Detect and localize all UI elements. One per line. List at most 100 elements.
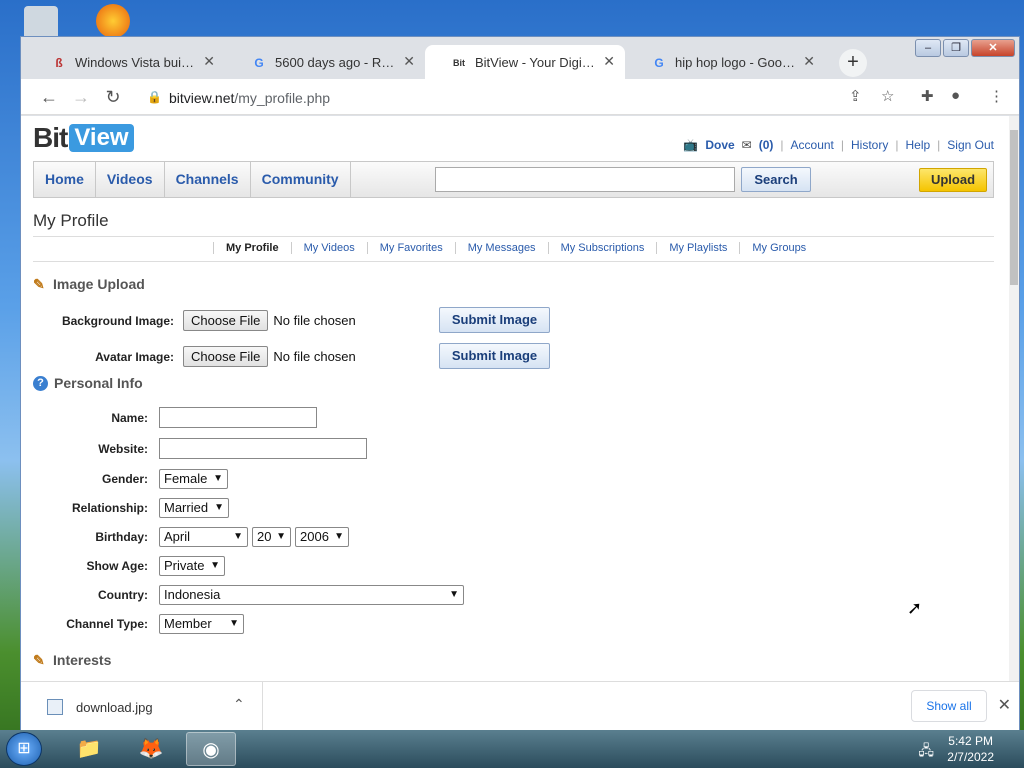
subnav-my-playlists[interactable]: My Playlists	[656, 242, 739, 254]
website-input[interactable]	[159, 438, 367, 459]
chevron-down-icon: ▼	[334, 531, 344, 542]
birthday-row: Birthday: April ▼ 20 ▼ 2006 ▼	[33, 527, 349, 547]
background-choose-file-button[interactable]: Choose File	[183, 310, 269, 331]
birth-day-select[interactable]: 20 ▼	[252, 527, 291, 547]
name-row: Name:	[33, 407, 317, 428]
close-tab-icon[interactable]: ✕	[603, 53, 615, 70]
nav-channels[interactable]: Channels	[165, 162, 251, 197]
name-input[interactable]	[159, 407, 317, 428]
profile-icon[interactable]: ●	[951, 87, 960, 104]
url-domain: bitview.net	[169, 90, 235, 106]
avatar-image-row: Avatar Image: Choose File No file chosen	[33, 346, 356, 367]
share-icon[interactable]: ⇪	[849, 87, 862, 105]
lock-icon[interactable]: 🔒	[147, 90, 162, 104]
chrome-taskbar-icon[interactable]: ◉	[186, 732, 236, 766]
nav-home[interactable]: Home	[34, 162, 96, 197]
nav-community[interactable]: Community	[251, 162, 351, 197]
subnav-my-subscriptions[interactable]: My Subscriptions	[547, 242, 657, 254]
forward-arrow-icon[interactable]: →	[69, 85, 93, 109]
explorer-taskbar-icon[interactable]: 📁	[64, 732, 114, 766]
nav-videos[interactable]: Videos	[96, 162, 165, 197]
avatar-submit-button[interactable]: Submit Image	[439, 343, 550, 369]
subnav-my-groups[interactable]: My Groups	[739, 242, 818, 254]
gender-label: Gender:	[101, 472, 148, 486]
bitview-logo[interactable]: Bit View	[33, 122, 134, 154]
username-link[interactable]: Dove	[705, 138, 734, 152]
close-downloads-icon[interactable]: ✕	[998, 695, 1011, 715]
tab-recherche[interactable]: G 5600 days ago - Recherch ✕	[225, 45, 425, 79]
user-links: 📺 Dove ✉ (0) | Account | History | Help …	[683, 138, 994, 152]
birth-year-select[interactable]: 2006 ▼	[295, 527, 349, 547]
birth-month-select[interactable]: April ▼	[159, 527, 248, 547]
firefox-taskbar-icon[interactable]: 🦊	[126, 732, 176, 766]
extensions-icon[interactable]: ✚	[921, 87, 934, 105]
upload-button[interactable]: Upload	[919, 168, 987, 192]
url-path: /my_profile.php	[234, 90, 331, 106]
channel-type-label: Channel Type:	[66, 617, 148, 631]
relationship-select[interactable]: Married ▼	[159, 498, 229, 518]
sign-out-link[interactable]: Sign Out	[947, 138, 994, 152]
bitview-favicon-icon: Bit	[453, 58, 465, 68]
subnav-my-messages[interactable]: My Messages	[454, 242, 548, 254]
browser-toolbar: ← → ↻ 🔒 bitview.net/my_profile.php ⇪ ☆ ✚…	[21, 79, 1019, 115]
account-link[interactable]: Account	[791, 138, 834, 152]
profile-subnav: My Profile My Videos My Favorites My Mes…	[33, 236, 994, 262]
show-all-button[interactable]: Show all	[911, 690, 987, 722]
background-image-label: Background Image:	[61, 313, 174, 328]
download-filename: download.jpg	[76, 700, 153, 715]
close-window-icon[interactable]: ✕	[971, 39, 1015, 57]
window-controls: ‒ ❐ ✕	[915, 39, 1015, 57]
network-icon[interactable]: 🖧	[918, 740, 934, 764]
chevron-up-icon[interactable]: ⌃	[233, 696, 245, 713]
close-tab-icon[interactable]: ✕	[403, 53, 415, 70]
channel-type-select[interactable]: Member ▼	[159, 614, 244, 634]
tab-bitview[interactable]: Bit BitView - Your Digital Vid ✕	[425, 45, 625, 79]
relationship-label: Relationship:	[71, 501, 148, 515]
chevron-down-icon: ▼	[229, 618, 239, 629]
close-tab-icon[interactable]: ✕	[803, 53, 815, 70]
search-button[interactable]: Search	[741, 167, 811, 192]
clock-time: 5:42 PM	[948, 734, 993, 748]
recycle-bin-icon[interactable]	[24, 6, 58, 40]
section-title: Interests	[53, 652, 112, 668]
gender-select[interactable]: Female ▼	[159, 469, 228, 489]
subnav-my-videos[interactable]: My Videos	[290, 242, 367, 254]
scrollbar-thumb[interactable]	[1010, 130, 1018, 285]
close-tab-icon[interactable]: ✕	[203, 53, 215, 70]
star-icon[interactable]: ☆	[881, 87, 894, 105]
back-arrow-icon[interactable]: ←	[37, 85, 61, 109]
chevron-down-icon: ▼	[210, 560, 220, 571]
background-submit-button[interactable]: Submit Image	[439, 307, 550, 333]
address-bar[interactable]: bitview.net/my_profile.php	[169, 90, 330, 106]
subnav-my-profile[interactable]: My Profile	[213, 242, 291, 254]
firefox-desktop-icon[interactable]	[96, 4, 130, 38]
image-upload-heading: ✎ Image Upload	[33, 276, 145, 292]
help-link[interactable]: Help	[905, 138, 930, 152]
start-button[interactable]: ⊞	[6, 732, 42, 766]
browser-window: ß Windows Vista build 511... ✕ G 5600 da…	[20, 36, 1020, 732]
menu-kebab-icon[interactable]: ⋮	[989, 87, 1004, 105]
download-item[interactable]: download.jpg ⌃	[21, 682, 263, 732]
tab-hip-hop-logo[interactable]: G hip hop logo - Google Se ✕	[625, 45, 825, 79]
section-title: Personal Info	[54, 375, 143, 391]
tab-windows-vista[interactable]: ß Windows Vista build 511... ✕	[25, 45, 225, 79]
search-input[interactable]	[435, 167, 735, 192]
maximize-icon[interactable]: ❐	[943, 39, 969, 57]
gender-row: Gender: Female ▼	[33, 469, 228, 489]
relationship-value: Married	[164, 500, 209, 515]
google-favicon-icon: G	[654, 56, 664, 70]
website-row: Website:	[33, 438, 367, 459]
clock[interactable]: 5:42 PM 2/7/2022	[947, 733, 994, 765]
minimize-icon[interactable]: ‒	[915, 39, 941, 57]
show-age-select[interactable]: Private ▼	[159, 556, 225, 576]
page-scrollbar[interactable]	[1009, 116, 1019, 681]
avatar-choose-file-button[interactable]: Choose File	[183, 346, 269, 367]
background-file-status: No file chosen	[273, 313, 356, 328]
messages-count-link[interactable]: (0)	[759, 138, 774, 152]
tab-title: hip hop logo - Google Se	[675, 54, 795, 70]
country-select[interactable]: Indonesia ▼	[159, 585, 464, 605]
new-tab-button[interactable]: +	[839, 49, 867, 77]
subnav-my-favorites[interactable]: My Favorites	[366, 242, 455, 254]
reload-icon[interactable]: ↻	[101, 85, 125, 109]
history-link[interactable]: History	[851, 138, 888, 152]
